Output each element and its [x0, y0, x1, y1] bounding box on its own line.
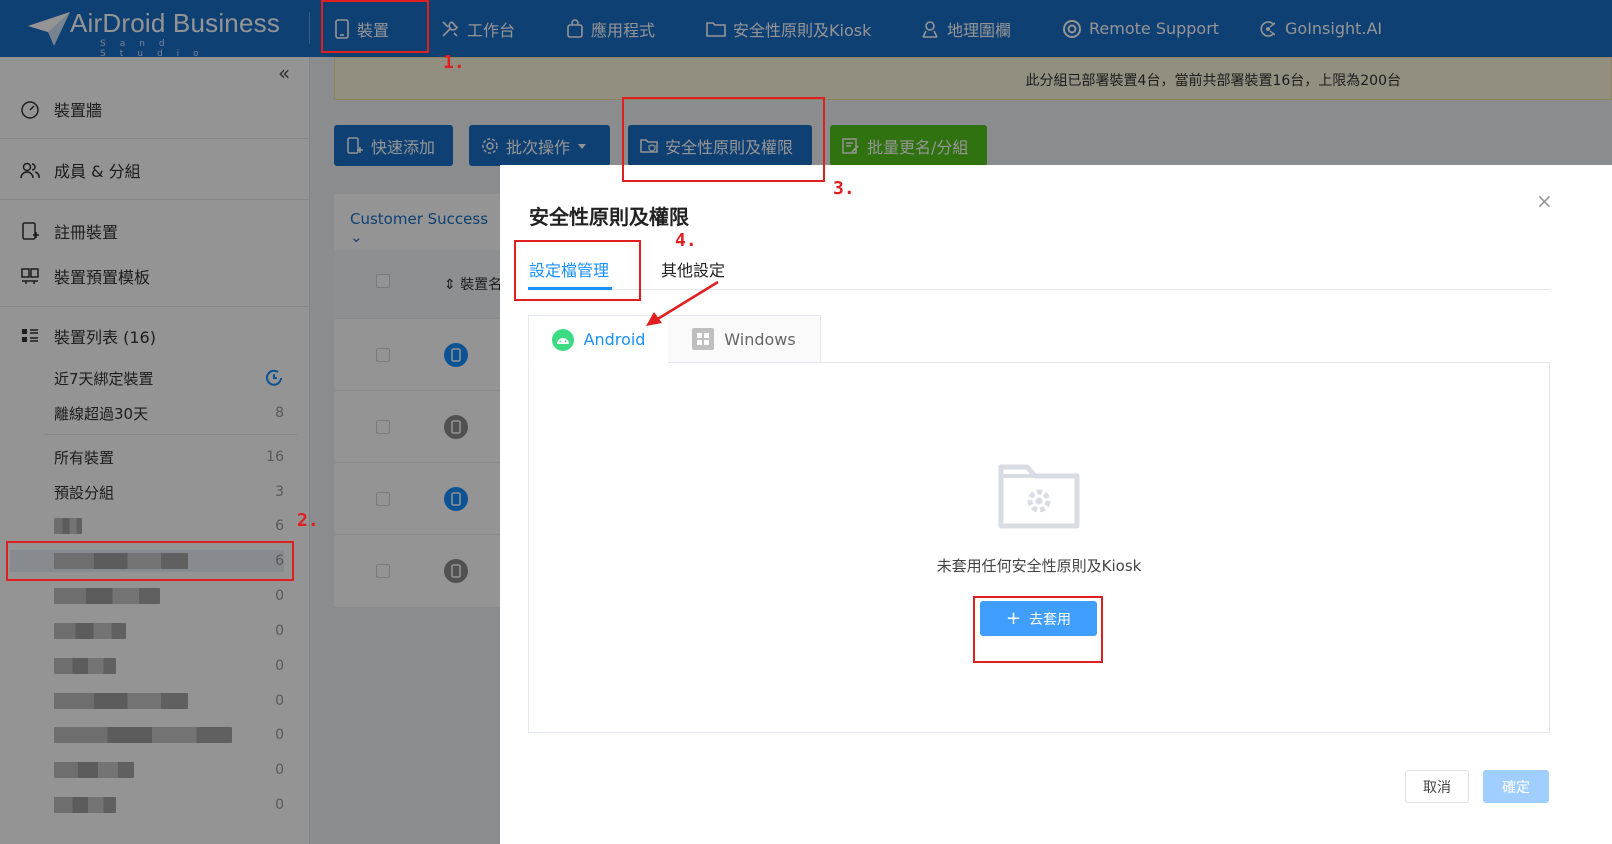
- android-icon: [551, 328, 574, 351]
- annotation-box-profile-tab: [514, 240, 641, 301]
- platform-tab-android-label: Android: [583, 330, 646, 349]
- annotation-box-devices: [321, 0, 429, 53]
- empty-state-text: 未套用任何安全性原則及Kiosk: [936, 557, 1142, 575]
- security-permissions-dialog: 安全性原則及權限 × 設定檔管理 其他設定 Android Windows 未套…: [500, 165, 1612, 844]
- empty-folder-gear-icon: [998, 464, 1080, 529]
- platform-content-panel: [528, 362, 1550, 733]
- annotation-box-group: [6, 541, 294, 581]
- platform-tab-windows-label: Windows: [724, 329, 796, 349]
- dialog-title: 安全性原則及權限: [529, 205, 689, 229]
- annotation-box-security-button: [622, 97, 825, 182]
- annotation-step-2: 2.: [297, 510, 319, 531]
- windows-icon: [692, 328, 715, 350]
- confirm-button[interactable]: 確定: [1483, 770, 1549, 803]
- annotation-step-4: 4.: [675, 230, 697, 251]
- annotation-box-apply-button: [973, 596, 1103, 663]
- close-icon[interactable]: ×: [1536, 189, 1553, 213]
- annotation-step-1: 1.: [443, 52, 465, 73]
- cancel-button[interactable]: 取消: [1405, 770, 1469, 803]
- annotation-step-3: 3.: [833, 178, 855, 199]
- annotation-arrow: [646, 280, 719, 326]
